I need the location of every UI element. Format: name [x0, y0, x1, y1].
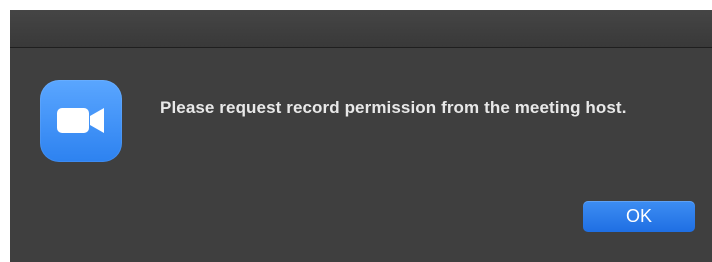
dialog-title-bar	[10, 10, 712, 48]
screen: Please request record permission from th…	[0, 0, 712, 262]
ok-button[interactable]: OK	[583, 201, 695, 232]
zoom-video-camera-icon	[40, 80, 122, 162]
dialog-message: Please request record permission from th…	[160, 98, 627, 117]
alert-dialog: Please request record permission from th…	[10, 10, 712, 262]
